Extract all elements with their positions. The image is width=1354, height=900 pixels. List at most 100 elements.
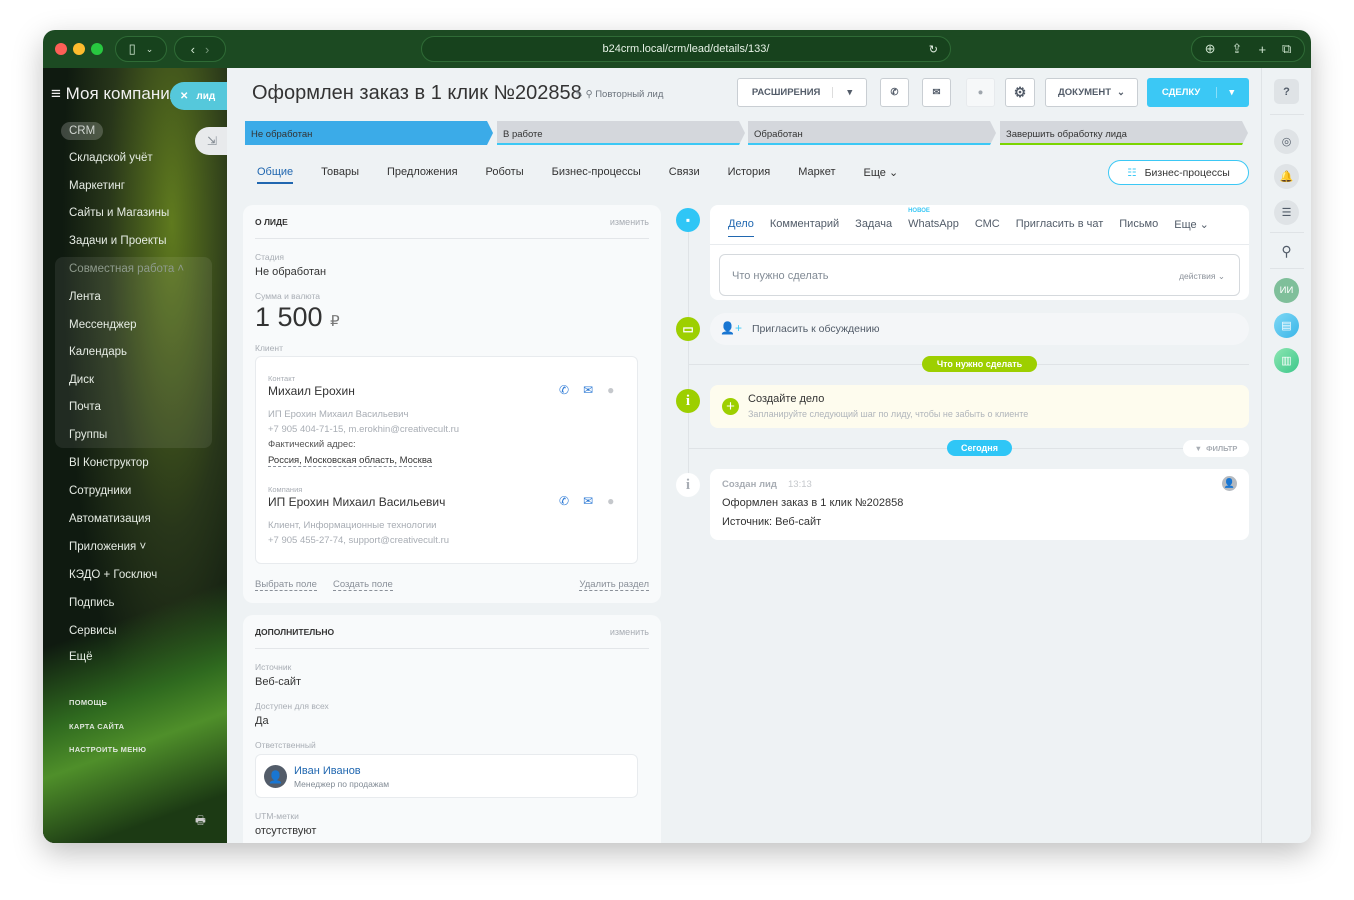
public-value[interactable]: Да [255,715,269,727]
sidebar-item[interactable]: Диск [69,374,94,386]
tab-whatsapp[interactable]: НОВОЕ WhatsApp [908,208,959,237]
collapse-button[interactable]: ⇲ [195,127,227,155]
mail-icon[interactable]: ✉ [583,383,593,397]
contact-phone-email[interactable]: +7 905 404-71-15, m.erokhin@creativecult… [268,424,459,435]
company-phone-email[interactable]: +7 905 455-27-74, support@creativecult.r… [268,535,449,546]
company-type: Клиент, Информационные технологии [268,520,437,531]
sidebar-item[interactable]: Мессенджер [69,319,137,331]
news-icon[interactable]: ▥ [1274,348,1299,373]
sidebar-item[interactable]: Календарь [69,346,127,358]
stage-new[interactable]: Не обработан [245,121,493,145]
chat-icon[interactable]: ● [607,494,614,508]
bizproc-button[interactable]: ☷ Бизнес-процессы [1108,160,1249,185]
email-button[interactable]: ✉ [922,78,951,107]
chat-icon[interactable]: ● [607,383,614,397]
copilot-icon[interactable]: ◎ [1274,129,1299,154]
sidebar-item[interactable]: Группы [69,429,107,441]
event-title: Создан лид [722,479,777,490]
tab-more[interactable]: Еще ⌄ [1174,218,1209,237]
tab-bizproc[interactable]: Бизнес-процессы [552,166,641,184]
tab-market[interactable]: Маркет [798,166,835,184]
field-label: UTM-метки [255,811,299,821]
tab-invite-chat[interactable]: Пригласить в чат [1016,218,1104,237]
create-field-link[interactable]: Создать поле [333,579,393,591]
printer-icon[interactable]: 🖶 [195,813,206,832]
sidebar-item-more[interactable]: Ещё [69,651,93,663]
mail-icon[interactable]: ✉ [583,494,593,508]
tab-email[interactable]: Письмо [1119,218,1158,237]
sitemap-link[interactable]: КАРТА САЙТА [69,722,124,731]
stage-value[interactable]: Не обработан [255,266,326,278]
ai-avatar[interactable]: ИИ [1274,278,1299,303]
delete-section-link[interactable]: Удалить раздел [579,579,649,591]
messenger-icon[interactable]: ▤ [1274,313,1299,338]
tab-products[interactable]: Товары [321,166,359,184]
tab-robots[interactable]: Роботы [486,166,524,184]
call-button[interactable]: ✆ [880,78,909,107]
stage-finish[interactable]: Завершить обработку лида [1000,121,1248,145]
bell-icon[interactable]: 🔔 [1274,164,1299,189]
tab-relations[interactable]: Связи [669,166,700,184]
tab-task[interactable]: Задача [855,218,892,237]
contact-address[interactable]: Россия, Московская область, Москва [268,455,433,467]
source-value[interactable]: Веб-сайт [255,676,301,688]
create-activity-card[interactable]: + Создайте дело Запланируйте следующий ш… [710,385,1249,428]
sidebar-item-crm[interactable]: CRM [61,122,104,140]
company-name[interactable]: ИП Ерохин Михаил Васильевич [268,495,445,509]
sidebar-item[interactable]: BI Конструктор [69,457,149,469]
sidebar-item[interactable]: Сервисы [69,625,117,637]
sidebar-item-apps[interactable]: Приложения ˅ [69,541,146,553]
sidebar-item[interactable]: Подпись [69,597,115,609]
contact-actions: ✆ ✉ ● [559,383,614,397]
tab-activity[interactable]: Дело [728,218,754,237]
sum-value[interactable]: 1 500 ₽ [255,302,340,333]
actions-dropdown[interactable]: действия ⌄ [1179,271,1225,282]
pencil-icon[interactable]: ✎ [575,89,583,100]
company-title[interactable]: ≡ Моя компания [51,84,179,104]
document-button[interactable]: ДОКУМЕНТ ⌄ [1045,78,1138,107]
tab-comment[interactable]: Комментарий [770,218,839,237]
phone-icon[interactable]: ✆ [559,383,569,397]
tab-more[interactable]: Еще ⌄ [864,166,899,184]
sidebar-item[interactable]: Задачи и Проекты [69,235,167,247]
plus-icon[interactable]: + [722,398,739,415]
lead-slider-tab[interactable]: ✕ лид [170,82,227,110]
help-icon[interactable]: ? [1274,79,1299,104]
configure-menu-link[interactable]: НАСТРОИТЬ МЕНЮ [69,745,146,754]
sidebar-item[interactable]: КЭДО + Госключ [69,569,157,581]
sidebar-item[interactable]: Автоматизация [69,513,151,525]
sidebar-item[interactable]: Сотрудники [69,485,131,497]
contact-name[interactable]: Михаил Ерохин [268,384,355,398]
tab-sms[interactable]: СМС [975,218,1000,237]
phone-icon[interactable]: ✆ [559,494,569,508]
stage-processed[interactable]: Обработан [748,121,996,145]
chat-button[interactable]: ● [966,78,995,107]
chat-list-icon[interactable]: ☰ [1274,200,1299,225]
filter-button[interactable]: ▼ ФИЛЬТР [1183,440,1249,457]
stage-in-progress[interactable]: В работе [497,121,745,145]
help-link[interactable]: ПОМОЩЬ [69,698,107,707]
sidebar-item[interactable]: Почта [69,401,101,413]
edit-link[interactable]: изменить [610,217,649,227]
sidebar-item[interactable]: Маркетинг [69,180,125,192]
author-avatar-icon[interactable]: 👤 [1222,476,1237,491]
sidebar-group-title[interactable]: Совместная работа ˄ [69,263,184,275]
sidebar-item[interactable]: Сайты и Магазины [69,207,169,219]
tab-offers[interactable]: Предложения [387,166,458,184]
edit-link[interactable]: изменить [610,627,649,637]
todo-input[interactable]: Что нужно сделать действия ⌄ [719,254,1240,296]
tab-general[interactable]: Общие [257,166,294,184]
tab-history[interactable]: История [728,166,771,184]
invite-discussion[interactable]: 👤+ Пригласить к обсуждению [710,313,1249,345]
extensions-button[interactable]: РАСШИРЕНИЯ ▾ [737,78,867,107]
responsible-name[interactable]: Иван Иванов [294,765,361,777]
sidebar-item[interactable]: Складской учёт [69,152,153,164]
sidebar-item[interactable]: Лента [69,291,101,303]
menu-icon[interactable]: ≡ [51,84,66,103]
page-title[interactable]: Оформлен заказ в 1 клик №202858 [252,82,582,105]
settings-button[interactable]: ⚙ [1005,78,1035,107]
close-icon[interactable]: ✕ [180,91,188,102]
search-icon[interactable]: ⚲ [1274,239,1299,264]
select-field-link[interactable]: Выбрать поле [255,579,317,591]
convert-deal-button[interactable]: СДЕЛКУ ▾ [1147,78,1249,107]
